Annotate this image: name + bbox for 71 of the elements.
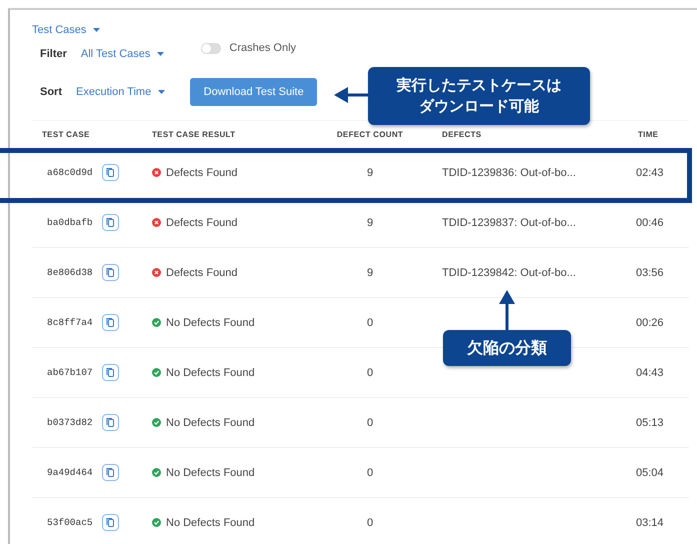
check-icon [152, 518, 161, 527]
callout: 実行したテストケースはダウンロード可能 [368, 67, 590, 125]
sort-dropdown[interactable]: Execution Time [76, 86, 166, 98]
time-text: 00:46 [635, 216, 665, 228]
result-text: Defects Found [166, 166, 238, 178]
column-header: TEST CASE [41, 130, 91, 139]
result-text: No Defects Found [166, 516, 255, 528]
test-case-id: ab67b107 [47, 367, 93, 378]
defect-count: 9 [366, 266, 374, 278]
column-header: DEFECT COUNT [336, 130, 404, 139]
check-icon [152, 318, 161, 327]
copy-icon[interactable] [102, 414, 119, 431]
result-text: No Defects Found [166, 316, 255, 328]
crashes-toggle[interactable] [201, 42, 222, 54]
copy-icon[interactable] [102, 314, 119, 331]
time-text: 00:26 [635, 316, 665, 328]
copy-icon[interactable] [102, 164, 119, 181]
caret-icon [158, 90, 166, 94]
test-case-id: a68c0d9d [47, 167, 93, 178]
copy-icon[interactable] [102, 514, 119, 531]
defect-link[interactable]: TDID-1239837: Out-of-bo... [408, 216, 612, 228]
defect-count: 0 [366, 366, 374, 378]
caret-icon [93, 28, 100, 32]
result-text: Defects Found [166, 216, 238, 228]
defect-count: 0 [366, 316, 374, 328]
copy-icon[interactable] [102, 264, 119, 281]
test-case-id: 8c8ff7a4 [47, 317, 93, 328]
defect-count: 9 [366, 166, 374, 178]
check-icon [152, 468, 161, 477]
defect-link[interactable]: TDID-1239836: Out-of-bo... [408, 166, 612, 178]
test-case-id: 53f00ac5 [47, 517, 93, 528]
result-text: No Defects Found [166, 416, 255, 428]
column-header: TIME [637, 130, 660, 139]
defect-count: 0 [366, 516, 374, 528]
copy-icon[interactable] [102, 364, 119, 381]
download-button[interactable]: Download Test Suite [190, 78, 318, 106]
result-text: Defects Found [166, 266, 238, 278]
arrow-icon [499, 290, 515, 330]
test-case-id: ba0dbafb [47, 217, 93, 228]
defect-link[interactable]: TDID-1239842: Out-of-bo... [408, 266, 612, 278]
defect-count: 0 [366, 416, 374, 428]
caret-icon [157, 52, 164, 56]
sort-label: Sort [40, 86, 62, 98]
result-text: No Defects Found [166, 466, 255, 478]
time-text: 05:04 [635, 466, 665, 478]
defect-count: 0 [366, 466, 374, 478]
error-icon [152, 268, 161, 277]
copy-icon[interactable] [102, 464, 119, 481]
test-case-id: 9a49d464 [47, 467, 93, 478]
time-text: 05:13 [635, 416, 665, 428]
callout: 欠陥の分類 [443, 330, 571, 366]
toggle-label: Crashes Only [229, 42, 296, 54]
result-text: No Defects Found [166, 366, 255, 378]
defect-count: 9 [366, 216, 374, 228]
view-dropdown[interactable]: Test Cases [32, 24, 100, 36]
filter-dropdown[interactable]: All Test Cases [80, 48, 164, 60]
test-case-id: 8e806d38 [47, 267, 93, 278]
check-icon [152, 368, 161, 377]
column-header: DEFECTS [441, 130, 482, 139]
time-text: 03:56 [635, 266, 665, 278]
arrow-icon [334, 87, 370, 103]
time-text: 02:43 [635, 166, 665, 178]
copy-icon[interactable] [102, 214, 119, 231]
error-icon [152, 218, 161, 227]
column-header: TEST CASE RESULT [152, 130, 236, 139]
time-text: 04:43 [635, 366, 665, 378]
test-case-id: b0373d82 [47, 417, 93, 428]
error-icon [152, 168, 161, 177]
filter-label: Filter [40, 48, 67, 60]
time-text: 03:14 [635, 516, 665, 528]
check-icon [152, 418, 161, 427]
